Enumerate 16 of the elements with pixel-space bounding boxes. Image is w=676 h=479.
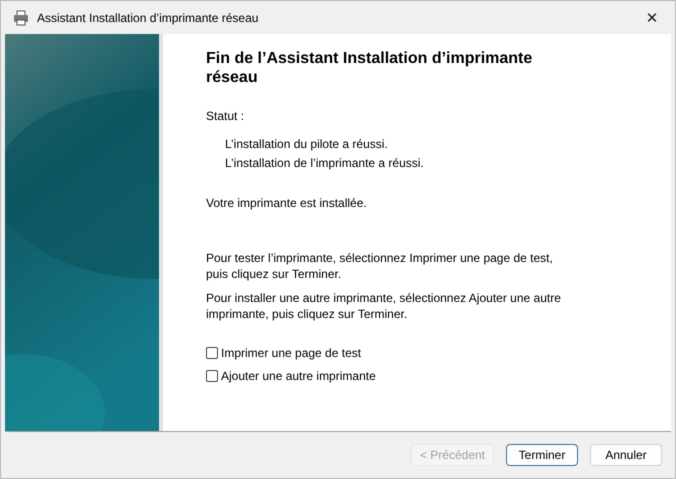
checkbox-label: Imprimer une page de test	[221, 346, 362, 360]
status-label: Statut :	[206, 109, 246, 123]
checkbox-label: Ajouter une autre imprimante	[221, 369, 376, 383]
checkbox[interactable]	[206, 347, 218, 359]
wizard-heading: Fin de l’Assistant Installation d’imprimante réseau	[206, 49, 534, 87]
instruction-text: Pour tester l’imprimante, sélectionnez Imprimer une page de test, puis cliquez sur Terminer.	[206, 250, 554, 282]
wizard-button[interactable]: Annuler	[590, 444, 662, 466]
close-button[interactable]: ✕	[637, 4, 667, 32]
wizard-button[interactable]: Terminer	[506, 444, 578, 466]
window-title: Assistant Installation d’imprimante réseau	[37, 10, 260, 24]
result-text: Votre imprimante est installée.	[206, 196, 368, 210]
status-line: L’installation du pilote a réussi.	[225, 137, 389, 151]
printer-icon	[13, 10, 29, 26]
checkbox[interactable]	[206, 370, 218, 382]
status-line: L’installation de l’imprimante a réussi.	[225, 156, 425, 170]
instruction-text: Pour installer une autre imprimante, sélectionnez Ajouter une autre imprimante, puis cliquez sur Terminer.	[206, 290, 562, 322]
